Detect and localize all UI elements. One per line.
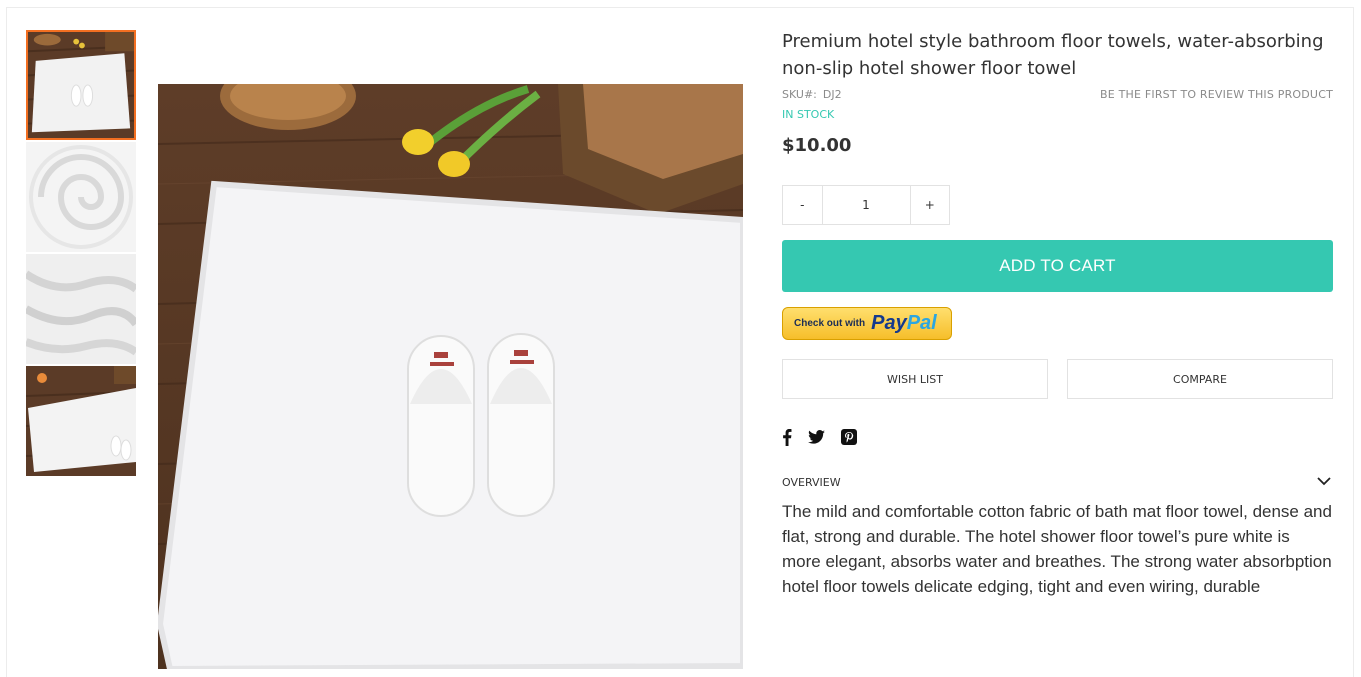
pinterest-icon[interactable] — [841, 429, 857, 445]
product-title: Premium hotel style bathroom floor towel… — [782, 31, 1324, 79]
quantity-stepper: - + — [782, 185, 950, 225]
thumbnail-4-image — [26, 366, 136, 476]
product-info: Premium hotel style bathroom floor towel… — [782, 28, 1333, 599]
product-main-image[interactable] — [158, 84, 743, 669]
thumbnail-1-image — [28, 32, 134, 138]
overview-toggle[interactable]: OVERVIEW — [782, 476, 1333, 496]
review-link[interactable]: BE THE FIRST TO REVIEW THIS PRODUCT — [1100, 88, 1333, 101]
paypal-small-text: Check out with — [794, 318, 866, 329]
facebook-icon[interactable] — [782, 428, 792, 446]
thumbnail-3-image — [26, 254, 136, 364]
overview-description: The mild and comfortable cotton fabric o… — [782, 502, 1332, 596]
thumbnail-2-image — [26, 142, 136, 252]
thumbnail-gallery — [26, 30, 136, 478]
quantity-decrease-button[interactable]: - — [783, 186, 822, 224]
paypal-logo-pay: Pay — [871, 312, 907, 334]
product-price: $10.00 — [782, 135, 852, 156]
chevron-down-icon — [1317, 476, 1331, 489]
quantity-increase-button[interactable]: + — [910, 186, 949, 224]
sku-label: SKU#: — [782, 88, 817, 101]
paypal-logo: PayPal — [871, 312, 937, 335]
quantity-input[interactable] — [821, 186, 911, 224]
secondary-actions: WISH LIST COMPARE — [782, 359, 1333, 399]
stock-status: IN STOCK — [782, 108, 835, 121]
product-photo — [158, 84, 743, 669]
thumbnail-1[interactable] — [26, 30, 136, 140]
wish-list-button[interactable]: WISH LIST — [782, 359, 1048, 399]
thumbnail-3[interactable] — [26, 254, 136, 364]
social-share — [782, 428, 1333, 446]
add-to-cart-button[interactable]: ADD TO CART — [782, 240, 1333, 292]
thumbnail-4[interactable] — [26, 366, 136, 476]
meta-row: SKU#: DJ2 BE THE FIRST TO REVIEW THIS PRO… — [782, 88, 1333, 106]
compare-button[interactable]: COMPARE — [1067, 359, 1333, 399]
twitter-icon[interactable] — [808, 430, 825, 444]
paypal-checkout-button[interactable]: Check out with PayPal — [782, 307, 952, 340]
overview-label: OVERVIEW — [782, 476, 841, 489]
paypal-logo-pal: Pal — [906, 312, 937, 334]
sku-value: DJ2 — [822, 88, 842, 101]
sku: SKU#: DJ2 — [782, 88, 842, 101]
thumbnail-2[interactable] — [26, 142, 136, 252]
